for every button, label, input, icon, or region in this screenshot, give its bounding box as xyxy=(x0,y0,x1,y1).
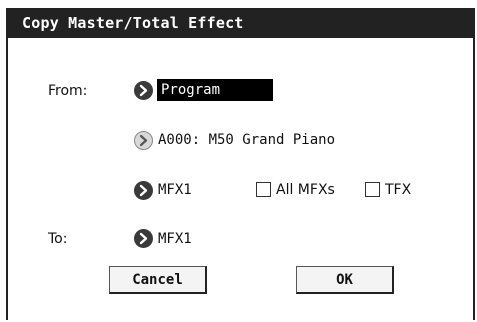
to-effect-select[interactable]: MFX1 xyxy=(158,230,192,248)
all-mfxs-checkbox[interactable] xyxy=(256,182,271,197)
program-select[interactable]: A000: M50 Grand Piano xyxy=(158,131,335,149)
from-label: From: xyxy=(48,83,88,99)
program-popup-icon[interactable] xyxy=(134,131,153,150)
tfx-label: TFX xyxy=(385,182,412,198)
to-effect-popup-icon[interactable] xyxy=(134,229,153,248)
from-source-select[interactable]: Program xyxy=(157,79,273,101)
dialog-title: Copy Master/Total Effect xyxy=(8,8,473,38)
from-effect-select[interactable]: MFX1 xyxy=(158,181,192,199)
cancel-button[interactable]: Cancel xyxy=(109,266,207,294)
from-effect-popup-icon[interactable] xyxy=(134,181,153,200)
ok-button[interactable]: OK xyxy=(296,266,394,294)
copy-effect-dialog: Copy Master/Total Effect From: Program A… xyxy=(6,8,475,320)
to-label: To: xyxy=(48,231,68,247)
from-source-popup-icon[interactable] xyxy=(134,81,153,100)
all-mfxs-label: All MFXs xyxy=(276,182,335,198)
tfx-checkbox[interactable] xyxy=(365,182,380,197)
